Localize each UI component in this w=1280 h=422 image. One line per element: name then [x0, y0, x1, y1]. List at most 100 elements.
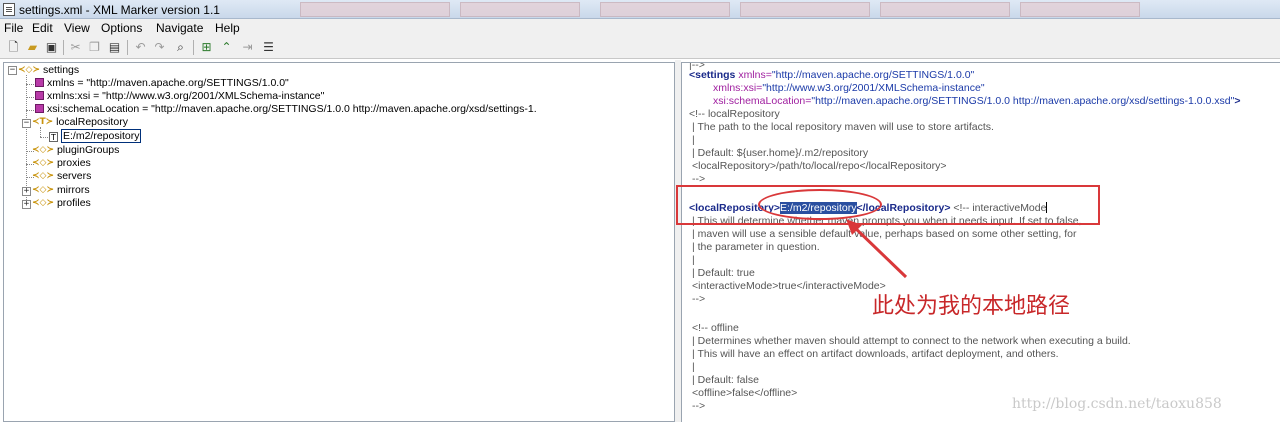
- copy-icon[interactable]: ❐: [87, 40, 102, 55]
- window-title: settings.xml - XML Marker version 1.1: [19, 3, 220, 17]
- tree-connector: [26, 110, 34, 111]
- tree-node-label: xmlns = "http://maven.apache.org/SETTING…: [47, 77, 289, 89]
- attribute-icon: [35, 104, 44, 113]
- background-taskbar-tab: [880, 2, 1010, 17]
- xml-comment-line: | the parameter in question.: [692, 241, 820, 253]
- tree-node-label: xsi:schemaLocation = "http://maven.apach…: [47, 103, 537, 115]
- annotation-arrow-icon: [846, 219, 908, 279]
- tree-node-label: xmlns:xsi = "http://www.w3.org/2001/XMLS…: [47, 90, 325, 102]
- background-taskbar-tab: [1020, 2, 1140, 17]
- xml-comment-line: | Default: true: [692, 267, 755, 279]
- add-attribute-icon[interactable]: ⇥: [240, 40, 255, 55]
- menu-navigate[interactable]: Navigate: [156, 21, 203, 35]
- xml-attr-name: xsi:schemaLocation=: [713, 95, 812, 107]
- paste-icon[interactable]: ▤: [107, 40, 122, 55]
- background-taskbar-tab: [460, 2, 580, 17]
- tree-connector: [26, 84, 34, 85]
- menu-help[interactable]: Help: [215, 21, 240, 35]
- xml-attr-value: "http://maven.apache.org/SETTINGS/1.0.0": [771, 69, 975, 81]
- xml-comment-line: | Determines whether maven should attemp…: [692, 335, 1131, 347]
- undo-icon[interactable]: ↶: [133, 40, 148, 55]
- xml-line-settings-xsi: xmlns:xsi="http://www.w3.org/2001/XMLSch…: [713, 82, 985, 94]
- element-icon: ≺◇≻: [32, 158, 55, 168]
- text-node-icon: T: [49, 132, 58, 142]
- xml-comment-line: | Default: ${user.home}/.m2/repository: [692, 147, 869, 159]
- toolbar-separator: [193, 40, 194, 55]
- xml-comment-line: <offline>false</offline>: [692, 387, 798, 399]
- properties-icon[interactable]: ☰: [261, 40, 276, 55]
- add-sibling-icon[interactable]: ⌃: [219, 40, 234, 55]
- redo-icon[interactable]: ↷: [152, 40, 167, 55]
- xml-comment-line: <!-- offline: [692, 322, 739, 334]
- toolbar: 🗋 ▰ ▣ ✂ ❐ ▤ ↶ ↷ ⌕ ⊞ ⌃ ⇥ ☰: [0, 37, 1280, 59]
- tree-node-label: localRepository: [56, 116, 128, 128]
- menu-file[interactable]: File: [4, 21, 23, 35]
- xml-comment-line: | Default: false: [692, 374, 759, 386]
- xml-attr-name: xmlns:xsi=: [713, 82, 763, 94]
- tree-node-mirrors[interactable]: ≺◇≻ mirrors: [32, 184, 90, 197]
- title-bar: settings.xml - XML Marker version 1.1: [0, 0, 1280, 19]
- save-icon[interactable]: ▣: [44, 40, 59, 55]
- xml-comment-line: |: [692, 134, 695, 146]
- toolbar-separator: [127, 40, 128, 55]
- xml-comment-line: | This will have an effect on artifact d…: [692, 348, 1059, 360]
- toolbar-separator: [63, 40, 64, 55]
- tree-node-settings[interactable]: ≺◇≻ settings: [18, 64, 79, 77]
- tree-node-local-repository[interactable]: ≺T≻ localRepository: [32, 116, 128, 129]
- background-taskbar-tab: [740, 2, 870, 17]
- cut-icon[interactable]: ✂: [68, 40, 83, 55]
- tree-node-local-repository-value[interactable]: T E:/m2/repository: [49, 129, 142, 143]
- menu-edit[interactable]: Edit: [32, 21, 53, 35]
- xml-source-view[interactable]: | --> <settings xmlns="http://maven.apach…: [681, 62, 1280, 422]
- tree-view[interactable]: − ≺◇≻ settings xmlns = "http://maven.apa…: [3, 62, 675, 422]
- xml-comment-line: |: [692, 254, 695, 266]
- menu-bar: File Edit View Options Navigate Help: [0, 19, 1280, 37]
- xml-comment-line: <localRepository>/path/to/local/repo</lo…: [692, 160, 947, 172]
- tree-node-attribute-schema-location[interactable]: xsi:schemaLocation = "http://maven.apach…: [35, 103, 537, 116]
- element-icon: ≺◇≻: [18, 65, 41, 75]
- background-taskbar-tab: [300, 2, 450, 17]
- tree-node-attribute-xmlns-xsi[interactable]: xmlns:xsi = "http://www.w3.org/2001/XMLS…: [35, 90, 324, 103]
- xml-comment-line: <!-- localRepository: [689, 108, 780, 120]
- app-document-icon: [3, 3, 15, 16]
- element-icon: ≺T≻: [32, 117, 54, 127]
- element-icon: ≺◇≻: [32, 145, 55, 155]
- element-icon: ≺◇≻: [32, 185, 55, 195]
- xml-comment-line: |: [692, 361, 695, 373]
- add-element-icon[interactable]: ⊞: [199, 40, 214, 55]
- xml-attr-name: xmlns=: [738, 69, 772, 81]
- find-icon[interactable]: ⌕: [173, 40, 188, 55]
- tree-node-label: proxies: [56, 157, 91, 169]
- xml-comment-line: -->: [692, 173, 706, 185]
- xml-comment-line: -->: [692, 400, 706, 412]
- open-folder-icon[interactable]: ▰: [25, 40, 40, 55]
- element-icon: ≺◇≻: [32, 198, 55, 208]
- tree-node-attribute-xmlns[interactable]: xmlns = "http://maven.apache.org/SETTING…: [35, 77, 289, 90]
- tree-node-servers[interactable]: ≺◇≻ servers: [32, 170, 91, 183]
- attribute-icon: [35, 91, 44, 100]
- element-icon: ≺◇≻: [32, 171, 55, 181]
- tree-node-profiles[interactable]: ≺◇≻ profiles: [32, 197, 91, 210]
- expand-collapse-toggle[interactable]: −: [22, 119, 31, 128]
- tree-node-label: profiles: [56, 197, 91, 209]
- xml-line-settings-location: xsi:schemaLocation="http://maven.apache.…: [713, 95, 1241, 107]
- expand-collapse-toggle[interactable]: +: [22, 200, 31, 209]
- menu-options[interactable]: Options: [101, 21, 142, 35]
- tree-node-label: servers: [56, 170, 92, 182]
- xml-line-settings-open: <settings xmlns="http://maven.apache.org…: [689, 69, 974, 81]
- annotation-text: 此处为我的本地路径: [872, 294, 1071, 319]
- menu-view[interactable]: View: [64, 21, 90, 35]
- tree-connector: [40, 137, 48, 138]
- new-file-icon[interactable]: 🗋: [6, 40, 21, 55]
- selected-node-label: E:/m2/repository: [61, 129, 142, 143]
- xml-tag: >: [1234, 95, 1241, 107]
- attribute-icon: [35, 78, 44, 87]
- expand-collapse-toggle[interactable]: −: [8, 66, 17, 75]
- watermark: http://blog.csdn.net/taoxu858: [1012, 396, 1222, 412]
- tree-node-proxies[interactable]: ≺◇≻ proxies: [32, 157, 91, 170]
- expand-collapse-toggle[interactable]: +: [22, 187, 31, 196]
- background-taskbar-tab: [600, 2, 730, 17]
- xml-comment-line: | The path to the local repository maven…: [692, 121, 994, 133]
- xml-comment-line: -->: [692, 293, 706, 305]
- tree-node-plugin-groups[interactable]: ≺◇≻ pluginGroups: [32, 144, 119, 157]
